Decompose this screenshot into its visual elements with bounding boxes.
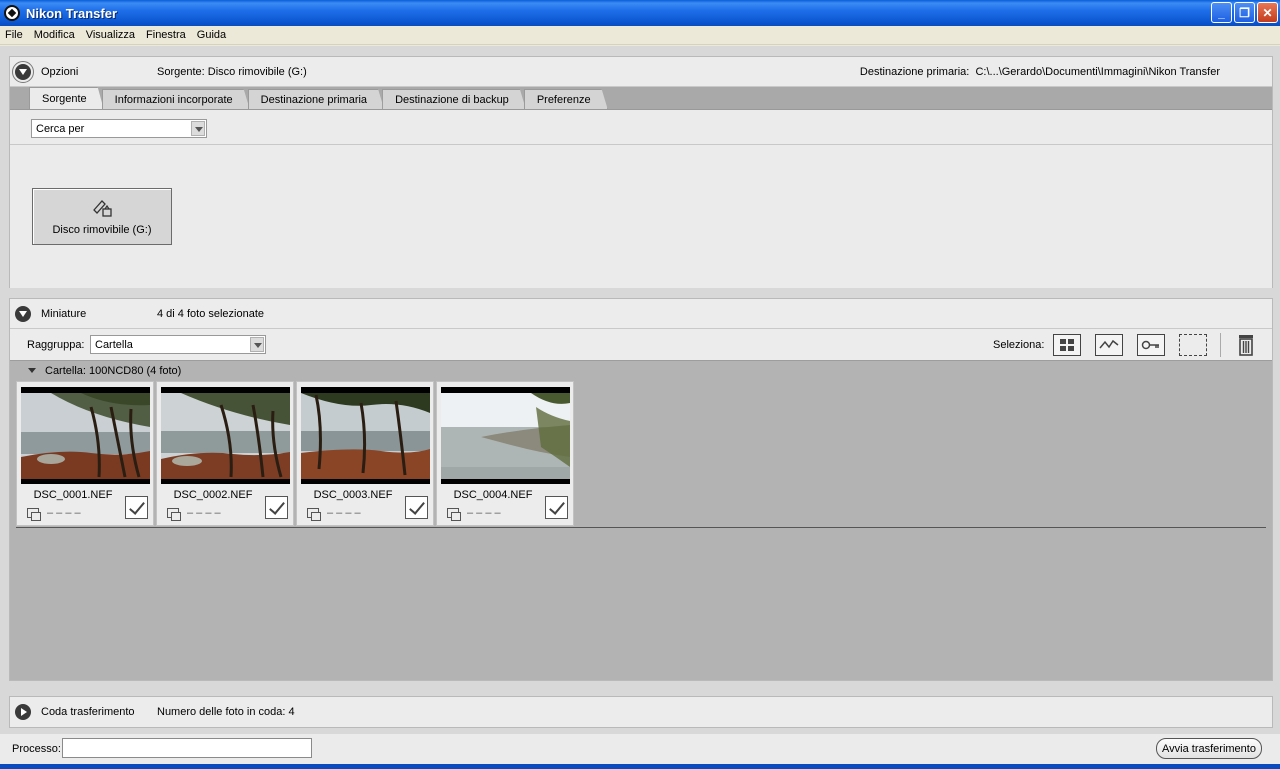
restore-button[interactable]: ❐ bbox=[1234, 2, 1255, 23]
tab-destinazione-backup[interactable]: Destinazione di backup bbox=[382, 89, 526, 109]
source-area: Disco rimovibile (G:) bbox=[10, 144, 1272, 288]
transfer-queue-header: Coda trasferimento Numero delle foto in … bbox=[10, 697, 1272, 727]
thumbnail-image bbox=[301, 387, 430, 484]
options-panel: Opzioni Sorgente: Disco rimovibile (G:) … bbox=[9, 56, 1273, 288]
group-dropdown-value: Cartella bbox=[95, 338, 133, 351]
thumbnails-toolbar: Raggruppa: Cartella Seleziona: bbox=[10, 329, 1272, 361]
thumbnail-item[interactable]: DSC_0004.NEF – – – – bbox=[436, 381, 574, 526]
transfer-queue-title: Coda trasferimento bbox=[41, 706, 135, 718]
queue-count: Numero delle foto in coda: 4 bbox=[157, 706, 295, 718]
select-label: Seleziona: bbox=[993, 339, 1045, 351]
title-bar: Nikon Transfer _ ❐ ✕ bbox=[0, 0, 1280, 26]
thumbnail-checkbox[interactable] bbox=[125, 496, 148, 519]
thumbnail-meta: – – – – bbox=[27, 507, 81, 521]
primary-destination-path: C:\...\Gerardo\Documenti\Immagini\Nikon … bbox=[975, 65, 1220, 78]
thumbnail-meta-text: – – – – bbox=[467, 507, 501, 519]
tab-preferenze[interactable]: Preferenze bbox=[524, 89, 608, 109]
menu-file[interactable]: File bbox=[0, 29, 29, 41]
options-tabs: Sorgente Informazioni incorporate Destin… bbox=[10, 87, 1272, 110]
expand-queue-icon[interactable] bbox=[15, 704, 31, 720]
menu-modifica[interactable]: Modifica bbox=[29, 29, 81, 41]
collapse-thumbnails-icon[interactable] bbox=[15, 305, 31, 322]
select-new-icon[interactable] bbox=[1095, 334, 1123, 356]
thumbnail-item[interactable]: DSC_0003.NEF – – – – bbox=[296, 381, 434, 526]
thumbnail-filename: DSC_0003.NEF bbox=[313, 489, 393, 501]
thumbnail-meta: – – – – bbox=[167, 507, 221, 521]
thumbnail-checkbox[interactable] bbox=[265, 496, 288, 519]
menu-bar: File Modifica Visualizza Finestra Guida bbox=[0, 26, 1280, 45]
menu-visualizza[interactable]: Visualizza bbox=[81, 29, 141, 41]
main-area: Opzioni Sorgente: Disco rimovibile (G:) … bbox=[0, 46, 1280, 769]
delete-icon[interactable] bbox=[1235, 333, 1257, 357]
start-transfer-button[interactable]: Avvia trasferimento bbox=[1156, 738, 1262, 759]
minimize-button[interactable]: _ bbox=[1211, 2, 1232, 23]
window-controls: _ ❐ ✕ bbox=[1211, 2, 1278, 23]
dropdown-arrow-icon bbox=[191, 121, 205, 136]
copy-info-icon bbox=[447, 508, 461, 521]
select-all-icon[interactable] bbox=[1053, 334, 1081, 356]
window-bottom-border bbox=[0, 764, 1280, 769]
folder-label: Cartella: 100NCD80 (4 foto) bbox=[45, 364, 182, 377]
thumbnail-checkbox[interactable] bbox=[545, 496, 568, 519]
thumbnails-panel: Miniature 4 di 4 foto selezionate Raggru… bbox=[9, 298, 1273, 681]
thumbnail-meta-text: – – – – bbox=[187, 507, 221, 519]
process-label: Processo: bbox=[12, 743, 61, 755]
window-title: Nikon Transfer bbox=[26, 5, 118, 21]
usb-drive-icon bbox=[93, 199, 112, 217]
search-dropdown[interactable]: Cerca per bbox=[31, 119, 207, 138]
thumbnail-item[interactable]: DSC_0002.NEF – – – – bbox=[156, 381, 294, 526]
nikon-transfer-app-icon bbox=[4, 5, 20, 21]
menu-guida[interactable]: Guida bbox=[192, 29, 232, 41]
thumbnail-image bbox=[441, 387, 570, 484]
folder-expand-icon[interactable] bbox=[28, 368, 36, 373]
copy-info-icon bbox=[167, 508, 181, 521]
copy-info-icon bbox=[307, 508, 321, 521]
group-dropdown[interactable]: Cartella bbox=[90, 335, 266, 354]
process-field bbox=[62, 738, 312, 758]
thumbnail-filename: DSC_0001.NEF bbox=[33, 489, 113, 501]
thumbnail-filename: DSC_0004.NEF bbox=[453, 489, 533, 501]
thumbnail-meta-text: – – – – bbox=[47, 507, 81, 519]
tab-informazioni-incorporate[interactable]: Informazioni incorporate bbox=[102, 89, 250, 109]
toolbar-divider bbox=[1220, 333, 1221, 357]
close-button[interactable]: ✕ bbox=[1257, 2, 1278, 23]
tab-sorgente[interactable]: Sorgente bbox=[29, 87, 104, 109]
selection-count: 4 di 4 foto selezionate bbox=[157, 307, 265, 320]
thumbnail-checkbox[interactable] bbox=[405, 496, 428, 519]
folder-separator bbox=[16, 527, 1266, 528]
folder-group-header[interactable]: Cartella: 100NCD80 (4 foto) bbox=[10, 362, 181, 379]
thumbnail-meta-text: – – – – bbox=[327, 507, 361, 519]
primary-destination-label: Destinazione primaria: bbox=[859, 65, 970, 78]
thumbnail-image bbox=[161, 387, 290, 484]
group-label: Raggruppa: bbox=[27, 339, 85, 351]
select-protected-icon[interactable] bbox=[1137, 334, 1165, 356]
thumbnails-header: Miniature 4 di 4 foto selezionate bbox=[10, 299, 1272, 329]
thumbnails-title: Miniature bbox=[41, 307, 87, 320]
thumbnail-image bbox=[21, 387, 150, 484]
thumbnail-meta: – – – – bbox=[307, 507, 361, 521]
tab-destinazione-primaria[interactable]: Destinazione primaria bbox=[248, 89, 384, 109]
options-header: Opzioni Sorgente: Disco rimovibile (G:) … bbox=[10, 57, 1272, 87]
primary-destination-summary: Destinazione primaria: C:\...\Gerardo\Do… bbox=[860, 66, 1220, 78]
dropdown-arrow-icon bbox=[250, 337, 264, 352]
search-dropdown-value: Cerca per bbox=[36, 122, 85, 135]
options-title: Opzioni bbox=[41, 65, 79, 78]
collapse-options-icon[interactable] bbox=[12, 60, 34, 83]
thumbnail-meta: – – – – bbox=[447, 507, 501, 521]
source-summary: Sorgente: Disco rimovibile (G:) bbox=[157, 65, 307, 78]
thumbnail-item[interactable]: DSC_0001.NEF – – – – bbox=[16, 381, 154, 526]
thumbnail-filename: DSC_0002.NEF bbox=[173, 489, 253, 501]
menu-finestra[interactable]: Finestra bbox=[141, 29, 192, 41]
source-device-button[interactable]: Disco rimovibile (G:) bbox=[32, 188, 172, 245]
transfer-queue-panel: Coda trasferimento Numero delle foto in … bbox=[9, 696, 1273, 728]
deselect-icon[interactable] bbox=[1179, 334, 1207, 356]
source-device-label: Disco rimovibile (G:) bbox=[52, 223, 152, 236]
copy-info-icon bbox=[27, 508, 41, 521]
